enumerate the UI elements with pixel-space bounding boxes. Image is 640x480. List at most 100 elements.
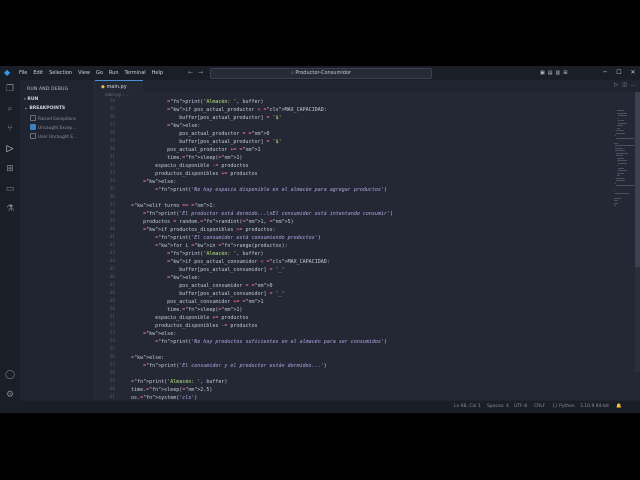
menu-selection[interactable]: Selection bbox=[46, 66, 75, 80]
menu-bar: File Edit Selection View Go Run Terminal… bbox=[16, 66, 166, 80]
line-number: 44 bbox=[109, 259, 115, 264]
code-line[interactable]: ="kw">if productos_disponibles >= produc… bbox=[119, 226, 275, 234]
code-line[interactable]: ="kw">else: bbox=[119, 178, 176, 186]
code-line[interactable]: ="kw">else: bbox=[119, 354, 164, 362]
code-line[interactable]: pos_actual_productor = ="nm">0 bbox=[119, 130, 269, 138]
code-line[interactable]: ="kw">for i ="kw">in ="fn">range(product… bbox=[119, 242, 288, 250]
code-line[interactable]: pos_actual_consumidor = ="nm">0 bbox=[119, 282, 272, 290]
line-number: 56 bbox=[109, 355, 115, 360]
run-file-icon[interactable]: ▷ bbox=[614, 82, 618, 88]
editor-area: ◆ main.py ▷ ◫ … main.py › ... 24 ="fn">p… bbox=[95, 80, 640, 409]
minimap-line bbox=[617, 165, 619, 166]
python-interpreter[interactable]: 3.10.9 64-bit bbox=[580, 401, 609, 413]
breakpoints-section-header[interactable]: ⌄ BREAKPOINTS bbox=[24, 106, 65, 111]
code-line[interactable]: productos_disponibles += productos bbox=[119, 170, 257, 178]
run-section-header[interactable]: › RUN bbox=[24, 97, 38, 102]
layout-secondary-icon[interactable]: ▥ bbox=[555, 66, 560, 80]
line-number: 33 bbox=[109, 171, 115, 176]
menu-go[interactable]: Go bbox=[93, 66, 106, 80]
code-line[interactable]: ="fn">print('Almacén: ', buffer) bbox=[119, 250, 263, 258]
code-line[interactable]: time.="fn">sleep(="nm">1) bbox=[119, 154, 242, 162]
menu-run[interactable]: Run bbox=[106, 66, 122, 80]
checkbox[interactable] bbox=[30, 133, 36, 139]
breakpoint-uncaught-exceptions[interactable]: Uncaught Excep... bbox=[30, 124, 76, 130]
explorer-icon[interactable]: ❐ bbox=[5, 84, 15, 94]
checkbox[interactable] bbox=[30, 124, 36, 130]
code-line[interactable]: ="fn">print('No hay espacio disponible e… bbox=[119, 186, 387, 194]
line-number: 29 bbox=[109, 139, 115, 144]
line-number: 27 bbox=[109, 123, 115, 128]
settings-gear-icon[interactable]: ⚙ bbox=[5, 390, 15, 400]
remote-explorer-icon[interactable]: ▭ bbox=[5, 184, 15, 194]
code-line[interactable]: productos_disponibles -= productos bbox=[119, 322, 257, 330]
maximize-button[interactable]: ☐ bbox=[612, 66, 626, 80]
more-actions-icon[interactable]: … bbox=[631, 82, 636, 88]
line-number: 54 bbox=[109, 339, 115, 344]
code-line[interactable]: ="fn">print('Almacén: ', buffer) bbox=[119, 98, 263, 106]
layout-sidebar-icon[interactable]: ▣ bbox=[540, 66, 545, 80]
run-debug-icon[interactable]: ▷ bbox=[5, 144, 15, 154]
close-button[interactable]: ✕ bbox=[626, 66, 640, 80]
tab-main-py[interactable]: ◆ main.py bbox=[95, 80, 143, 92]
breakpoint-raised-exceptions[interactable]: Raised Exceptions bbox=[30, 115, 76, 121]
line-number: 53 bbox=[109, 331, 115, 336]
minimap[interactable] bbox=[613, 110, 635, 230]
menu-terminal[interactable]: Terminal bbox=[122, 66, 149, 80]
code-line[interactable]: pos_actual_consumidor += ="nm">1 bbox=[119, 298, 263, 306]
minimap-line bbox=[617, 175, 621, 176]
line-number: 40 bbox=[109, 227, 115, 232]
indentation[interactable]: Spaces: 4 bbox=[487, 401, 509, 413]
menu-file[interactable]: File bbox=[16, 66, 30, 80]
nav-back-button[interactable]: ← bbox=[188, 66, 193, 80]
line-number: 34 bbox=[109, 179, 115, 184]
code-line[interactable]: ="fn">print('El consumidor y el producto… bbox=[119, 362, 327, 370]
search-label: Productor-Consumidor bbox=[295, 70, 351, 76]
breadcrumb[interactable]: main.py › ... bbox=[105, 92, 129, 97]
code-line[interactable]: espacio_disponible += productos bbox=[119, 314, 248, 322]
account-icon[interactable]: ◯ bbox=[5, 370, 15, 380]
code-line[interactable]: ="fn">print('El consumidor está consumie… bbox=[119, 234, 321, 242]
code-line[interactable]: ="kw">if pos_actual_productor < ="cls">M… bbox=[119, 106, 327, 114]
code-line[interactable]: buffer[pos_actual_productor] = '$' bbox=[119, 138, 281, 146]
code-line[interactable]: productos = random.="fn">randint(="nm">1… bbox=[119, 218, 294, 226]
code-line[interactable]: espacio_disponible -= productos bbox=[119, 162, 248, 170]
customize-layout-icon[interactable]: ⊞ bbox=[563, 66, 567, 80]
notifications-bell-icon[interactable]: 🔔 bbox=[616, 401, 622, 413]
end-of-line[interactable]: CRLF bbox=[534, 401, 545, 413]
source-control-icon[interactable]: ⑂ bbox=[5, 124, 15, 134]
minimize-button[interactable]: ─ bbox=[598, 66, 612, 80]
encoding[interactable]: UTF-8 bbox=[514, 401, 527, 413]
code-line[interactable]: ="fn">print('Almacén: ', buffer) bbox=[119, 378, 227, 386]
split-editor-icon[interactable]: ◫ bbox=[622, 82, 627, 88]
code-line[interactable]: buffer[pos_actual_consumidor] = '_' bbox=[119, 290, 284, 298]
code-line[interactable]: time.="fn">sleep(="nm">1) bbox=[119, 306, 242, 314]
code-line[interactable]: ="fn">print('No hay productos suficiente… bbox=[119, 338, 387, 346]
code-editor[interactable]: 24 ="fn">print('Almacén: ', buffer) 25 ="… bbox=[95, 98, 615, 409]
checkbox[interactable] bbox=[30, 115, 36, 121]
code-line[interactable]: ="fn">print('El productor está dormido..… bbox=[119, 210, 393, 218]
menu-edit[interactable]: Edit bbox=[30, 66, 46, 80]
menu-view[interactable]: View bbox=[75, 66, 93, 80]
minimap-line bbox=[618, 122, 627, 124]
menu-help[interactable]: Help bbox=[149, 66, 166, 80]
code-line[interactable]: buffer[pos_actual_consumidor] = '_' bbox=[119, 266, 284, 274]
nav-forward-button[interactable]: → bbox=[198, 66, 203, 80]
layout-panel-icon[interactable]: ▤ bbox=[548, 66, 553, 80]
breakpoint-user-uncaught-exceptions[interactable]: User Uncaught E... bbox=[30, 133, 77, 139]
code-line[interactable]: ="kw">else: bbox=[119, 274, 200, 282]
code-line[interactable]: ="kw">elif turno == ="nm">1: bbox=[119, 202, 215, 210]
code-line[interactable]: pos_actual_productor += ="nm">1 bbox=[119, 146, 260, 154]
code-line[interactable]: ="kw">else: bbox=[119, 330, 176, 338]
extensions-icon[interactable]: ⊞ bbox=[5, 164, 15, 174]
search-view-icon[interactable]: ⌕ bbox=[5, 104, 15, 114]
code-line[interactable]: ="kw">else: bbox=[119, 122, 200, 130]
code-line[interactable]: ="kw">if pos_actual_consumidor < ="cls">… bbox=[119, 258, 330, 266]
editor-scrollbar-thumb[interactable] bbox=[635, 92, 640, 267]
minimap-line bbox=[615, 150, 625, 151]
code-line[interactable]: time.="fn">sleep(="nm">2.5) bbox=[119, 386, 212, 394]
code-line[interactable]: buffer[pos_actual_productor] = '$' bbox=[119, 114, 281, 122]
command-center-search[interactable]: ⌕ Productor-Consumidor bbox=[210, 68, 432, 79]
language-mode[interactable]: {} Python bbox=[552, 401, 575, 413]
testing-icon[interactable]: ⚗ bbox=[5, 204, 15, 214]
cursor-position[interactable]: Ln 68, Col 1 bbox=[454, 401, 481, 413]
